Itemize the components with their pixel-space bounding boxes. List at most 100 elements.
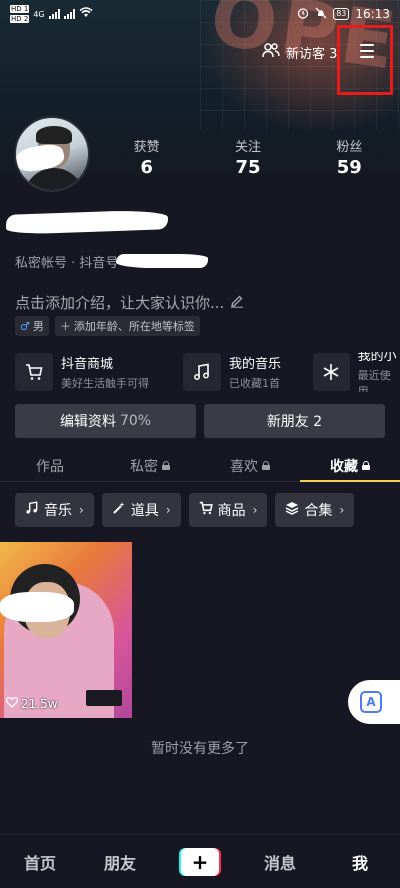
profile-actions: 编辑资料 70% 新朋友 2 bbox=[15, 404, 385, 438]
video-likes: 21.5w bbox=[5, 697, 58, 711]
new-visitors-button[interactable]: 新访客 3 bbox=[262, 42, 337, 62]
nav-messages[interactable]: 消息 bbox=[240, 850, 320, 874]
nav-create[interactable]: + bbox=[160, 847, 240, 876]
service-mini-program-subtitle: 最近使用 bbox=[357, 369, 391, 392]
edit-profile-progress: 70% bbox=[119, 413, 152, 429]
empty-state-text: 暂时没有更多了 bbox=[151, 741, 249, 757]
add-tag-button[interactable]: ＋ 添加年龄、所在地等标签 bbox=[54, 316, 200, 336]
avatar[interactable] bbox=[14, 116, 90, 192]
service-music-text: 我的音乐 已收藏1首 bbox=[229, 353, 281, 391]
service-music[interactable]: 我的音乐 已收藏1首 bbox=[183, 352, 281, 392]
chip-products-label: 商品 bbox=[217, 503, 246, 519]
ai-assistant-button[interactable]: A bbox=[348, 680, 400, 724]
account-meta: 私密帐号 · 抖音号 bbox=[15, 252, 118, 271]
stat-likes-label: 获赞 bbox=[133, 140, 160, 155]
service-shop-title: 抖音商城 bbox=[61, 357, 114, 372]
lock-icon bbox=[162, 461, 170, 470]
chip-props[interactable]: 道具 › bbox=[101, 493, 181, 527]
nav-friends[interactable]: 朋友 bbox=[80, 850, 160, 874]
chevron-right-icon: › bbox=[165, 503, 171, 517]
avatar-body bbox=[24, 168, 84, 190]
favorite-video-thumbnail[interactable]: 21.5w bbox=[0, 542, 132, 718]
nav-home[interactable]: 首页 bbox=[0, 850, 80, 874]
sim2-label: HD 2 bbox=[10, 15, 30, 23]
account-meta-text: 私密帐号 · 抖音号 bbox=[15, 256, 119, 271]
alarm-icon bbox=[297, 7, 309, 22]
bio-field[interactable]: 点击添加介绍，让大家认识你... bbox=[15, 292, 244, 313]
avatar-hair bbox=[36, 126, 72, 144]
wifi-icon bbox=[79, 7, 93, 21]
chip-collections[interactable]: 合集 › bbox=[275, 493, 355, 527]
stat-followers-label: 粉丝 bbox=[336, 140, 363, 155]
chevron-right-icon: › bbox=[339, 503, 345, 517]
service-shop-text: 抖音商城 美好生活触手可得 bbox=[61, 353, 149, 391]
sparkle-icon bbox=[313, 353, 350, 391]
thumbnail-badge bbox=[86, 690, 122, 706]
layers-icon bbox=[285, 501, 299, 519]
stat-followers[interactable]: 粉丝 59 bbox=[299, 136, 400, 178]
service-music-subtitle: 已收藏1首 bbox=[229, 377, 280, 390]
network-label: 4G bbox=[33, 9, 45, 19]
new-friends-label: 新朋友 2 bbox=[266, 414, 323, 430]
tab-favorites[interactable]: 收藏 bbox=[300, 450, 400, 482]
edit-pencil-icon bbox=[230, 294, 244, 312]
clock: 16:13 bbox=[355, 7, 390, 21]
tab-works-label: 作品 bbox=[36, 458, 64, 475]
tab-favorites-label: 收藏 bbox=[330, 458, 358, 475]
bio-placeholder: 点击添加介绍，让大家认识你... bbox=[15, 294, 225, 312]
new-visitors-label: 新访客 3 bbox=[286, 46, 338, 62]
chip-music[interactable]: 音乐 › bbox=[15, 493, 94, 527]
battery-indicator: 83 bbox=[333, 8, 350, 20]
lock-icon bbox=[262, 461, 270, 470]
chip-props-label: 道具 bbox=[130, 503, 159, 519]
tab-liked[interactable]: 喜欢 bbox=[200, 450, 300, 481]
music-note-icon bbox=[25, 501, 39, 519]
service-shortcuts: 抖音商城 美好生活触手可得 我的音乐 已收藏1首 我的小 最近使用 bbox=[15, 352, 400, 392]
service-mini-program[interactable]: 我的小 最近使用 bbox=[313, 352, 400, 392]
nav-me[interactable]: 我 bbox=[320, 850, 400, 874]
edit-profile-button[interactable]: 编辑资料 70% bbox=[15, 404, 196, 438]
chip-music-label: 音乐 bbox=[44, 503, 72, 519]
visitors-icon bbox=[262, 42, 280, 62]
gender-tag-label: 男 bbox=[32, 320, 44, 333]
video-likes-count: 21.5w bbox=[21, 697, 58, 711]
chip-products[interactable]: 商品 › bbox=[188, 493, 268, 527]
cart-icon bbox=[15, 353, 53, 391]
stat-likes-value: 6 bbox=[140, 157, 153, 178]
mute-icon bbox=[315, 7, 327, 22]
ai-scan-icon: A bbox=[360, 691, 382, 713]
magic-wand-icon bbox=[112, 501, 126, 519]
tab-liked-label: 喜欢 bbox=[230, 458, 258, 475]
create-plus-button[interactable]: + bbox=[179, 847, 221, 876]
favorite-category-chips: 音乐 › 道具 › 商品 › 合集 › bbox=[15, 493, 355, 527]
stat-likes[interactable]: 获赞 6 bbox=[96, 136, 197, 178]
plus-icon: + bbox=[181, 847, 219, 876]
new-friends-button[interactable]: 新朋友 2 bbox=[204, 404, 385, 438]
stat-following[interactable]: 关注 75 bbox=[197, 136, 298, 178]
chevron-right-icon: › bbox=[79, 503, 84, 517]
profile-tags: ♂ 男 ＋ 添加年龄、所在地等标签 bbox=[15, 316, 200, 336]
service-shop[interactable]: 抖音商城 美好生活触手可得 bbox=[15, 352, 149, 392]
add-tag-label: 添加年龄、所在地等标签 bbox=[73, 320, 195, 333]
content-tabs: 作品 私密 喜欢 收藏 bbox=[0, 450, 400, 482]
edit-profile-label: 编辑资料 bbox=[59, 414, 116, 430]
male-icon: ♂ bbox=[20, 319, 30, 333]
status-left: HD 1 HD 2 4G bbox=[10, 4, 93, 24]
service-shop-subtitle: 美好生活触手可得 bbox=[61, 377, 149, 390]
signal-icon bbox=[48, 9, 60, 19]
gender-tag[interactable]: ♂ 男 bbox=[15, 316, 49, 336]
music-note-icon bbox=[183, 353, 221, 391]
profile-stats: 获赞 6 关注 75 粉丝 59 bbox=[96, 136, 400, 178]
bottom-navigation: 首页 朋友 + 消息 我 bbox=[0, 834, 400, 888]
account-id-redaction bbox=[116, 254, 208, 268]
signal-2-icon bbox=[63, 9, 75, 19]
status-right: 83 16:13 bbox=[297, 7, 390, 22]
tab-works[interactable]: 作品 bbox=[0, 450, 100, 481]
status-bar: HD 1 HD 2 4G 83 16:13 bbox=[0, 0, 400, 28]
tab-private[interactable]: 私密 bbox=[100, 450, 200, 481]
stat-following-label: 关注 bbox=[234, 140, 261, 155]
chip-collections-label: 合集 bbox=[304, 503, 333, 519]
lock-icon bbox=[362, 461, 370, 470]
tab-private-label: 私密 bbox=[130, 458, 158, 475]
service-mini-program-text: 我的小 最近使用 bbox=[358, 352, 400, 392]
